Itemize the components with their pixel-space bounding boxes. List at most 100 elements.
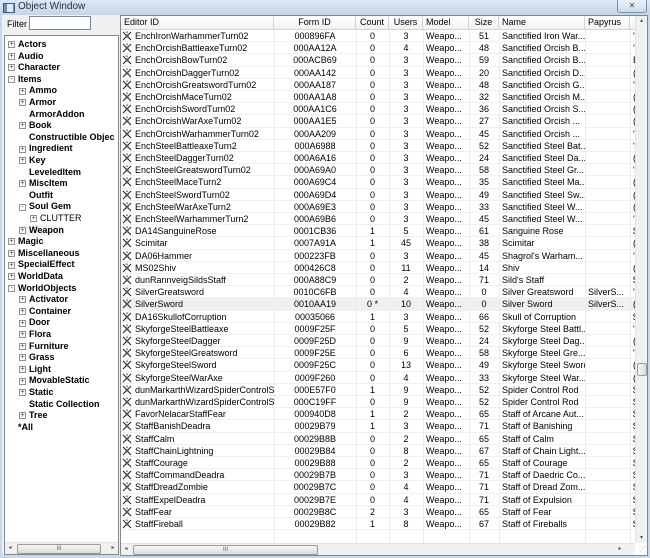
table-row[interactable]: EnchOrcishDaggerTurn02 000AA142 0 3 Weapo...… <box>121 67 636 79</box>
tree-item-flora[interactable]: + Flora <box>19 329 51 340</box>
close-button[interactable]: ✕ <box>617 0 647 13</box>
tree-item-clutter[interactable]: + CLUTTER <box>30 213 82 224</box>
table-row[interactable]: FavorNelacarStaffFear 000940D8 1 2 Weapo... 6… <box>121 408 636 421</box>
table-row[interactable]: StaffCourage 00029B88 0 2 Weapo... 65 Staff of… <box>121 457 636 470</box>
tree-scroll-thumb[interactable]: III <box>17 544 101 554</box>
expand-icon[interactable]: + <box>8 52 15 60</box>
tree-item-container[interactable]: + Container <box>19 306 71 317</box>
scroll-right-arrow[interactable]: ▸ <box>108 543 118 554</box>
table-row[interactable]: StaffChainLightning 00029B84 0 8 Weapo... 67 S… <box>121 445 636 457</box>
table-row[interactable]: EnchOrcishSwordTurn02 000AA1C6 0 3 Weapo... 3… <box>121 103 636 116</box>
column-header-papyrus[interactable]: Papyrus <box>585 16 630 29</box>
object-list[interactable]: Editor ID Form ID Count Users Model Size Name P… <box>120 15 648 556</box>
tree-item-ingredient[interactable]: + Ingredient <box>19 143 73 154</box>
expand-icon[interactable]: + <box>8 238 15 246</box>
table-row[interactable]: StaffFear 00029B8C 2 3 Weapo... 65 Staff of Fe… <box>121 506 636 518</box>
table-row[interactable]: Scimitar0007A91A145Weapo...38Scimitar( <box>121 237 636 250</box>
table-row[interactable]: EnchSteelBattleaxeTurn2 000A6988 0 3 Weapo..… <box>121 140 636 152</box>
expand-icon[interactable]: + <box>19 342 26 350</box>
expand-icon[interactable]: + <box>8 261 15 269</box>
expand-icon[interactable]: + <box>19 412 26 420</box>
expand-icon[interactable]: + <box>19 354 26 362</box>
table-row[interactable]: EnchSteelWarAxeTurn2 000A69E3 0 3 Weapo... 33… <box>121 201 636 213</box>
tree-item-worlddata[interactable]: + WorldData <box>8 271 63 282</box>
scroll-down-arrow[interactable]: ▾ <box>636 533 647 543</box>
table-row[interactable]: StaffExpelDeadra 00029B7E 0 4 Weapo... 71 Staf… <box>121 494 636 506</box>
expand-icon[interactable]: + <box>19 87 26 95</box>
table-row[interactable]: dunRannveigSildsStaff 000A88C9 0 2 Weapo... 7… <box>121 274 636 287</box>
list-vertical-scroll-thumb[interactable] <box>637 363 647 377</box>
expand-icon[interactable]: + <box>19 226 26 234</box>
table-row[interactable]: EnchSteelMaceTurn2 000A69C4 0 3 Weapo... 35 Sa… <box>121 176 636 189</box>
table-row[interactable]: EnchOrcishBowTurn02 000ACB69 0 3 Weapo... 59 S… <box>121 54 636 67</box>
expand-icon[interactable]: + <box>19 331 26 339</box>
expand-icon[interactable]: + <box>8 64 15 72</box>
category-tree[interactable]: ◂ III ▸ + Actors + Audio + Character - Items + Am… <box>4 35 119 555</box>
collapse-icon[interactable]: - <box>19 203 26 211</box>
tree-item-light[interactable]: + Light <box>19 364 51 375</box>
table-row[interactable]: EnchSteelWarhammerTurn2 000A69B6 0 3 Weapo..… <box>121 213 636 226</box>
list-scroll-thumb[interactable]: III <box>133 545 318 555</box>
table-row[interactable]: EnchSteelSwordTurn02 000A69D4 0 3 Weapo... 49… <box>121 189 636 201</box>
tree-item-activator[interactable]: + Activator <box>19 294 68 305</box>
table-row[interactable]: SilverSword 0010AA19 0 * 10 Weapo... 0 Silver … <box>121 298 636 311</box>
table-row[interactable]: SkyforgeSteelBattleaxe 0009F25F 0 5 Weapo...… <box>121 323 636 335</box>
collapse-icon[interactable]: - <box>8 75 15 83</box>
table-row[interactable]: DA06Hammer 000223FB 0 3 Weapo... 45 Shagrol's … <box>121 250 636 262</box>
tree-item-specialeffect[interactable]: + SpecialEffect <box>8 259 75 270</box>
tree-item-weapon[interactable]: + Weapon <box>19 224 64 236</box>
tree-item-book[interactable]: + Book <box>19 120 52 131</box>
table-row[interactable]: EnchOrcishWarhammerTurn02 000AA209 0 3 Weapo… <box>121 128 636 140</box>
tree-item-magic[interactable]: + Magic <box>8 236 44 247</box>
table-row[interactable]: dunMarkarthWizardSpiderControlStaffF... 0… <box>121 396 636 409</box>
tree-item-furniture[interactable]: + Furniture <box>19 341 69 352</box>
expand-icon[interactable]: + <box>8 249 15 257</box>
table-row[interactable]: dunMarkarthWizardSpiderControlStaff 000E5… <box>121 384 636 396</box>
expand-icon[interactable]: + <box>19 319 26 327</box>
tree-item-leveleditem[interactable]: LeveledItem <box>19 167 81 178</box>
collapse-icon[interactable]: - <box>8 284 15 292</box>
table-row[interactable]: EnchOrcishWarAxeTurn02 000AA1E5 0 3 Weapo...… <box>121 115 636 128</box>
expand-icon[interactable]: + <box>19 307 26 315</box>
table-row[interactable]: StaffDreadZombie 00029B7C 0 4 Weapo... 71 Staf… <box>121 481 636 494</box>
column-header-form-id[interactable]: Form ID <box>274 16 356 29</box>
column-header-model[interactable]: Model <box>423 16 469 29</box>
table-row[interactable]: SkyforgeSteelDagger 0009F25D 0 9 Weapo... 24 S… <box>121 335 636 348</box>
expand-icon[interactable]: + <box>19 157 26 165</box>
table-row[interactable]: SkyforgeSteelWarAxe 0009F260 0 4 Weapo... 33 S… <box>121 372 636 384</box>
tree-item-armor[interactable]: + Armor <box>19 97 56 108</box>
tree-item-movablestatic[interactable]: + MovableStatic <box>19 375 90 386</box>
expand-icon[interactable]: + <box>19 296 26 304</box>
list-vertical-scrollbar[interactable]: ▴ ▾ <box>635 16 647 543</box>
table-row[interactable]: EnchSteelGreatswordTurn02 000A69A0 0 3 Weapo… <box>121 164 636 177</box>
table-row[interactable]: EnchSteelDaggerTurn02 000A6A16 0 3 Weapo... 2… <box>121 152 636 165</box>
table-row[interactable]: EnchOrcishGreatswordTurn02 000AA187 0 3 Weap… <box>121 79 636 91</box>
list-horizontal-scrollbar[interactable]: ◂ III ▸ <box>121 543 635 555</box>
column-header-size[interactable]: Size <box>469 16 499 29</box>
column-header-name[interactable]: Name <box>499 16 585 29</box>
tree-item-key[interactable]: + Key <box>19 155 46 166</box>
scroll-left-arrow[interactable]: ◂ <box>121 544 131 555</box>
table-row[interactable]: SkyforgeSteelSword 0009F25C 0 13 Weapo... 49 S… <box>121 359 636 372</box>
table-row[interactable]: EnchOrcishBattleaxeTurn02 000AA12A 0 4 Weapo… <box>121 42 636 55</box>
expand-icon[interactable]: + <box>19 377 26 385</box>
expand-icon[interactable]: + <box>19 389 26 397</box>
tree-item-ammo[interactable]: + Ammo <box>19 85 57 96</box>
table-row[interactable]: EnchIronWarhammerTurn02 000896FA 0 3 Weapo..… <box>121 30 636 43</box>
column-header-users[interactable]: Users <box>389 16 423 29</box>
resize-grip[interactable]: ⋰ <box>637 545 646 554</box>
table-row[interactable]: DA14SanguineRose 0001CB36 1 5 Weapo... 61 Sang… <box>121 225 636 238</box>
table-row[interactable]: StaffFireball 00029B82 1 8 Weapo... 67 Staff o… <box>121 518 636 531</box>
tree-item-static-collection[interactable]: Static Collection <box>19 399 100 410</box>
tree-horizontal-scrollbar[interactable]: ◂ III ▸ <box>5 542 118 554</box>
tree-item-miscellaneous[interactable]: + Miscellaneous <box>8 248 80 259</box>
tree-item-door[interactable]: + Door <box>19 317 50 328</box>
tree-item-worldobjects[interactable]: - WorldObjects <box>8 283 76 294</box>
scroll-left-arrow[interactable]: ◂ <box>5 543 15 554</box>
expand-icon[interactable]: + <box>8 41 15 49</box>
table-row[interactable]: SkyforgeSteelGreatsword 0009F25E 0 6 Weapo..… <box>121 347 636 360</box>
tree-item-soul-gem[interactable]: - Soul Gem <box>19 201 71 212</box>
table-row[interactable]: EnchOrcishMaceTurn02 000AA1A8 0 3 Weapo... 32… <box>121 91 636 104</box>
table-row[interactable]: StaffBanishDeadra 00029B79 1 3 Weapo... 71 Sta… <box>121 420 636 433</box>
tree-item-armoraddon[interactable]: ArmorAddon <box>19 109 85 120</box>
